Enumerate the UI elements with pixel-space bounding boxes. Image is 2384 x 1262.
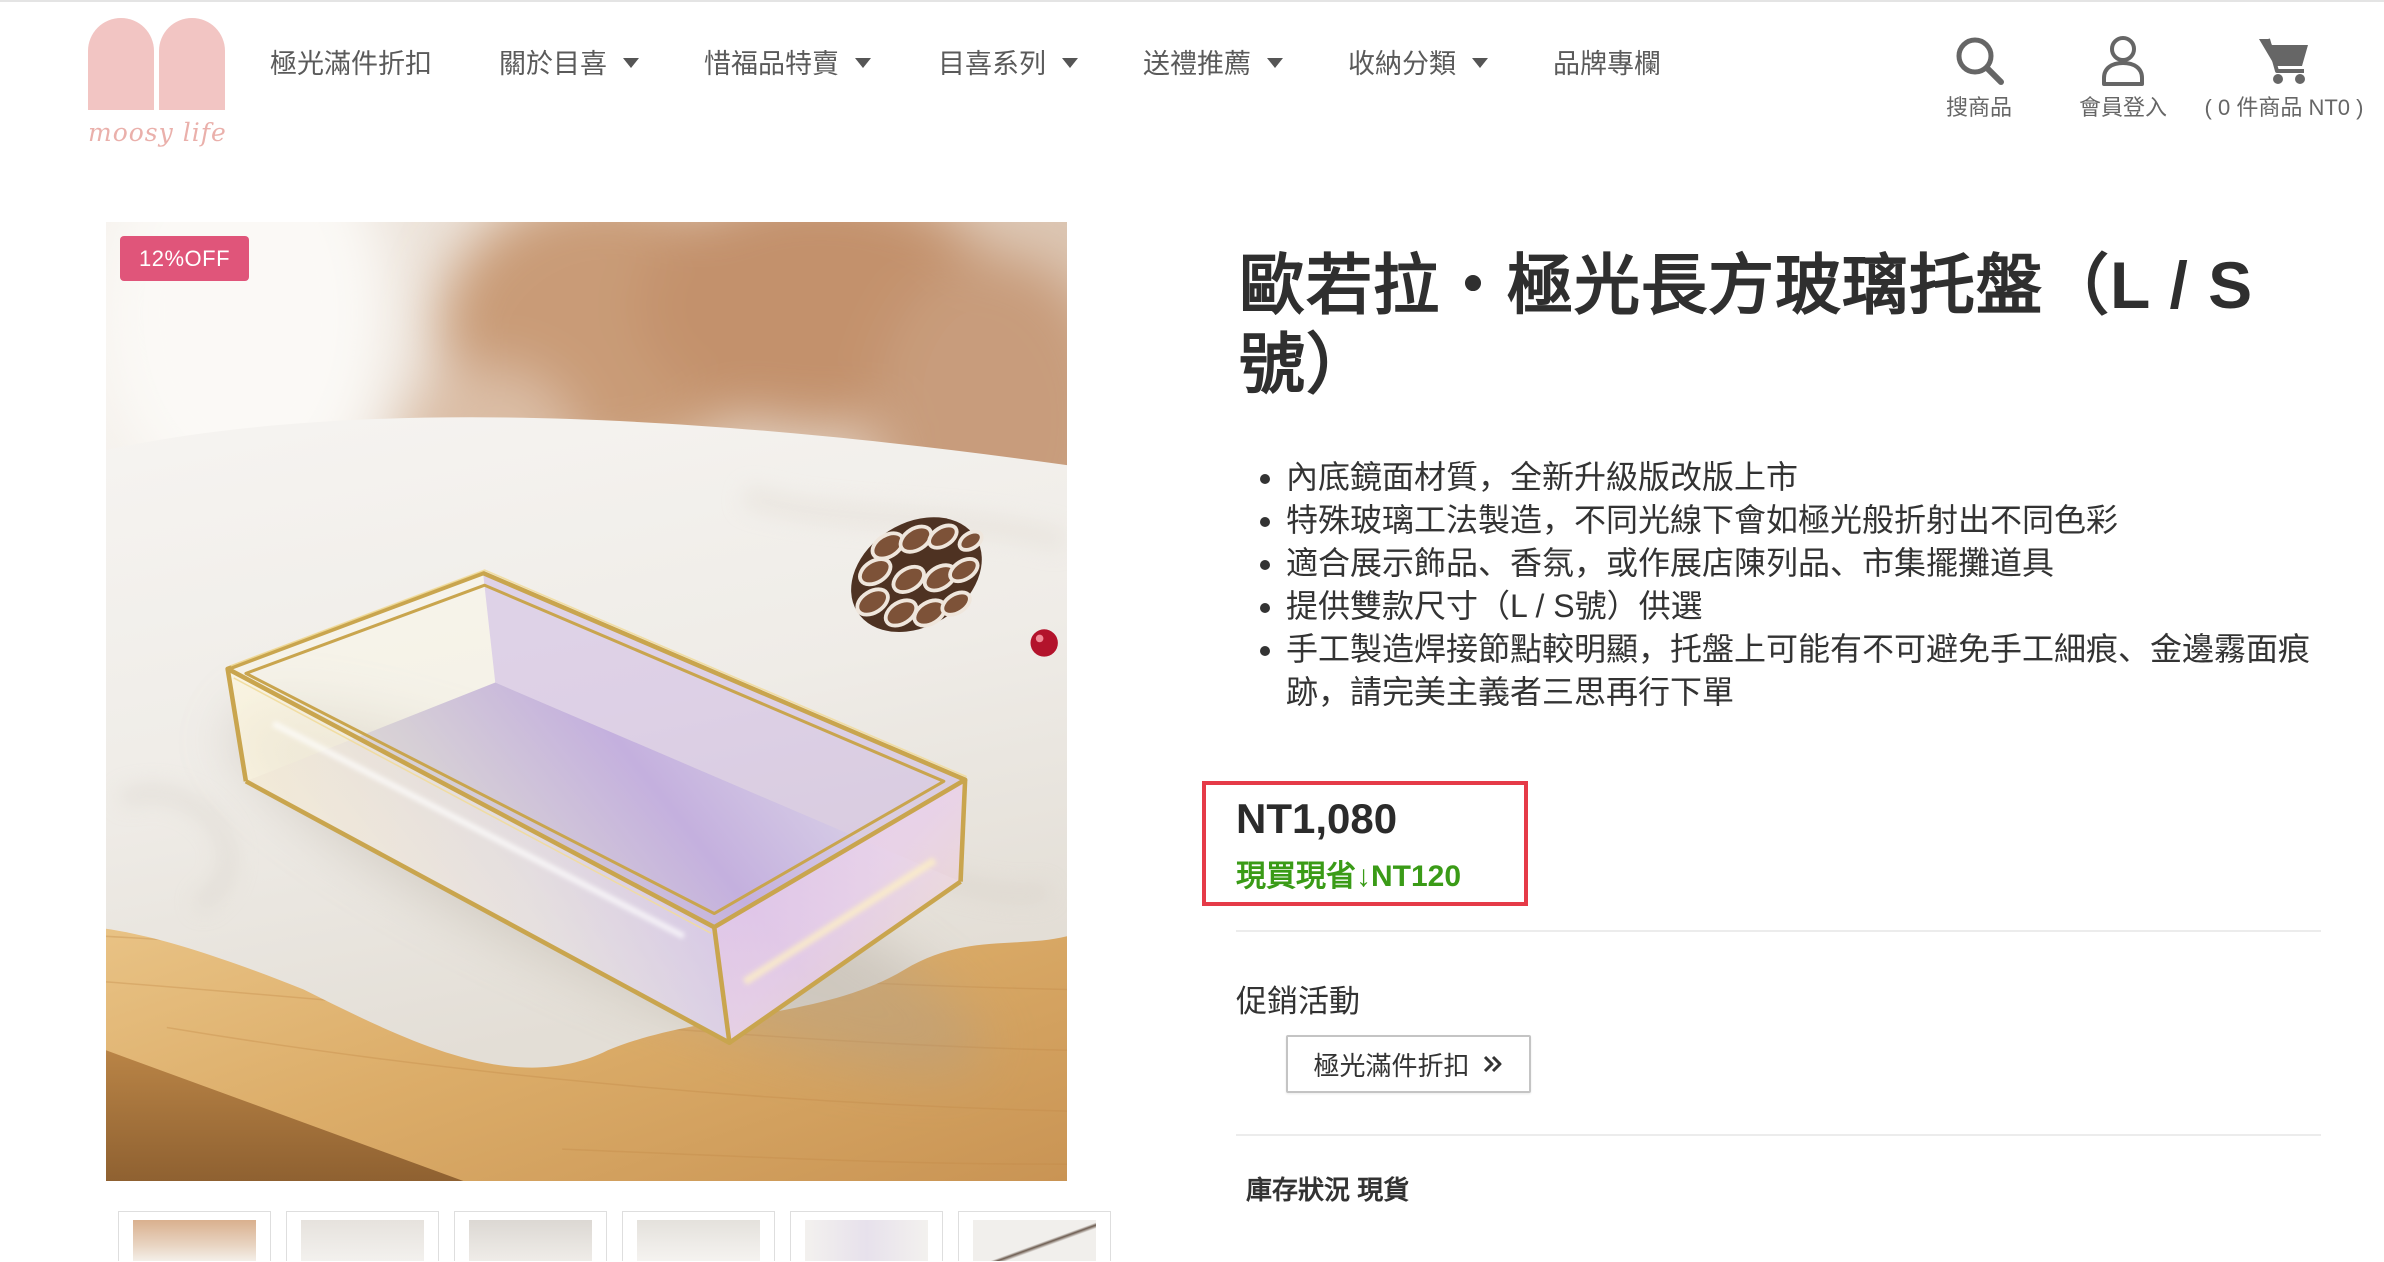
feature-item: 提供雙款尺寸（L / S號）供選 — [1286, 585, 2320, 628]
logo-arches — [88, 18, 225, 110]
nav-label: 目喜系列 — [938, 48, 1046, 79]
feature-item: 內底鏡面材質，全新升級版改版上市 — [1286, 456, 2320, 499]
promo-heading: 促銷活動 — [1236, 984, 1360, 1019]
promo-button-label: 極光滿件折扣 — [1313, 1050, 1470, 1081]
thumbnail[interactable] — [622, 1211, 775, 1261]
nav-label: 收納分類 — [1348, 48, 1456, 79]
price-box: NT1,080 現買現省↓NT120 — [1202, 781, 1528, 906]
thumbnail[interactable] — [958, 1211, 1111, 1261]
feature-list: 內底鏡面材質，全新升級版改版上市 特殊玻璃工法製造，不同光線下會如極光般折射出不… — [1258, 456, 2320, 714]
nav-item-aurora-discount[interactable]: 極光滿件折扣 — [270, 44, 432, 79]
thumbnail[interactable] — [454, 1211, 607, 1261]
member-login-button[interactable]: 會員登入 — [2063, 33, 2183, 121]
nav-label: 惜福品特賣 — [704, 48, 839, 79]
nav-item-series[interactable]: 目喜系列 — [938, 44, 1078, 79]
nav-item-brand-column[interactable]: 品牌專欄 — [1553, 44, 1661, 79]
thumbnail-preview — [973, 1220, 1096, 1261]
chevrons-right-icon — [1483, 1055, 1501, 1073]
thumbnail-preview — [301, 1220, 424, 1261]
stock-value: 現貨 — [1357, 1175, 1410, 1205]
caret-down-icon — [1267, 57, 1283, 68]
product-photo — [106, 222, 1067, 1181]
divider — [1236, 1134, 2321, 1136]
nav-item-gift-ideas[interactable]: 送禮推薦 — [1143, 44, 1283, 79]
thumbnail-preview — [469, 1220, 592, 1261]
nav-label: 極光滿件折扣 — [270, 48, 432, 79]
discount-badge: 12%OFF — [120, 236, 249, 281]
product-price: NT1,080 — [1236, 795, 1398, 842]
caret-down-icon — [1062, 57, 1078, 68]
divider — [1236, 930, 2321, 932]
savings-text: 現買現省↓NT120 — [1236, 860, 1462, 893]
top-border — [0, 0, 2384, 2]
nav-label: 品牌專欄 — [1553, 48, 1661, 79]
product-title: 歐若拉・極光長方玻璃托盤（L / S 號） — [1239, 248, 2254, 401]
thumbnail[interactable] — [118, 1211, 271, 1261]
nav-item-about[interactable]: 關於目喜 — [499, 44, 639, 79]
search-label: 搜商品 — [1945, 95, 2012, 120]
thumbnail[interactable] — [286, 1211, 439, 1261]
cart-summary: ( 0 件商品 NT0 ) — [2204, 95, 2364, 120]
feature-item: 適合展示飾品、香氛，或作展店陳列品、市集擺攤道具 — [1286, 542, 2320, 585]
stock-label: 庫存狀況 — [1246, 1175, 1351, 1205]
nav-item-storage[interactable]: 收納分類 — [1348, 44, 1488, 79]
thumbnail[interactable] — [790, 1211, 943, 1261]
nav-label: 關於目喜 — [499, 48, 607, 79]
logo-text: moosy life — [88, 118, 227, 147]
search-button[interactable]: 搜商品 — [1919, 33, 2039, 121]
promo-button[interactable]: 極光滿件折扣 — [1286, 1035, 1531, 1093]
brand-logo[interactable]: moosy life — [88, 18, 227, 150]
caret-down-icon — [855, 57, 871, 68]
thumbnail-preview — [805, 1220, 928, 1261]
feature-item: 特殊玻璃工法製造，不同光線下會如極光般折射出不同色彩 — [1286, 499, 2320, 542]
nav-label: 送禮推薦 — [1143, 48, 1251, 79]
thumbnail-preview — [133, 1220, 256, 1261]
thumbnail-preview — [637, 1220, 760, 1261]
nav-item-outlet-sale[interactable]: 惜福品特賣 — [704, 44, 871, 79]
stock-status: 庫存狀況 現貨 — [1246, 1170, 1409, 1207]
member-login-label: 會員登入 — [2078, 95, 2167, 120]
user-icon — [2102, 36, 2144, 86]
caret-down-icon — [623, 57, 639, 68]
cart-button[interactable]: ( 0 件商品 NT0 ) — [2184, 33, 2384, 121]
product-image[interactable] — [106, 222, 1067, 1181]
search-icon — [1956, 37, 2004, 85]
red-berry — [1030, 629, 1058, 657]
caret-down-icon — [1472, 57, 1488, 68]
cart-icon — [2259, 38, 2308, 84]
feature-item: 手工製造焊接節點較明顯，托盤上可能有不可避免手工細痕、金邊霧面痕跡，請完美主義者… — [1286, 628, 2320, 714]
